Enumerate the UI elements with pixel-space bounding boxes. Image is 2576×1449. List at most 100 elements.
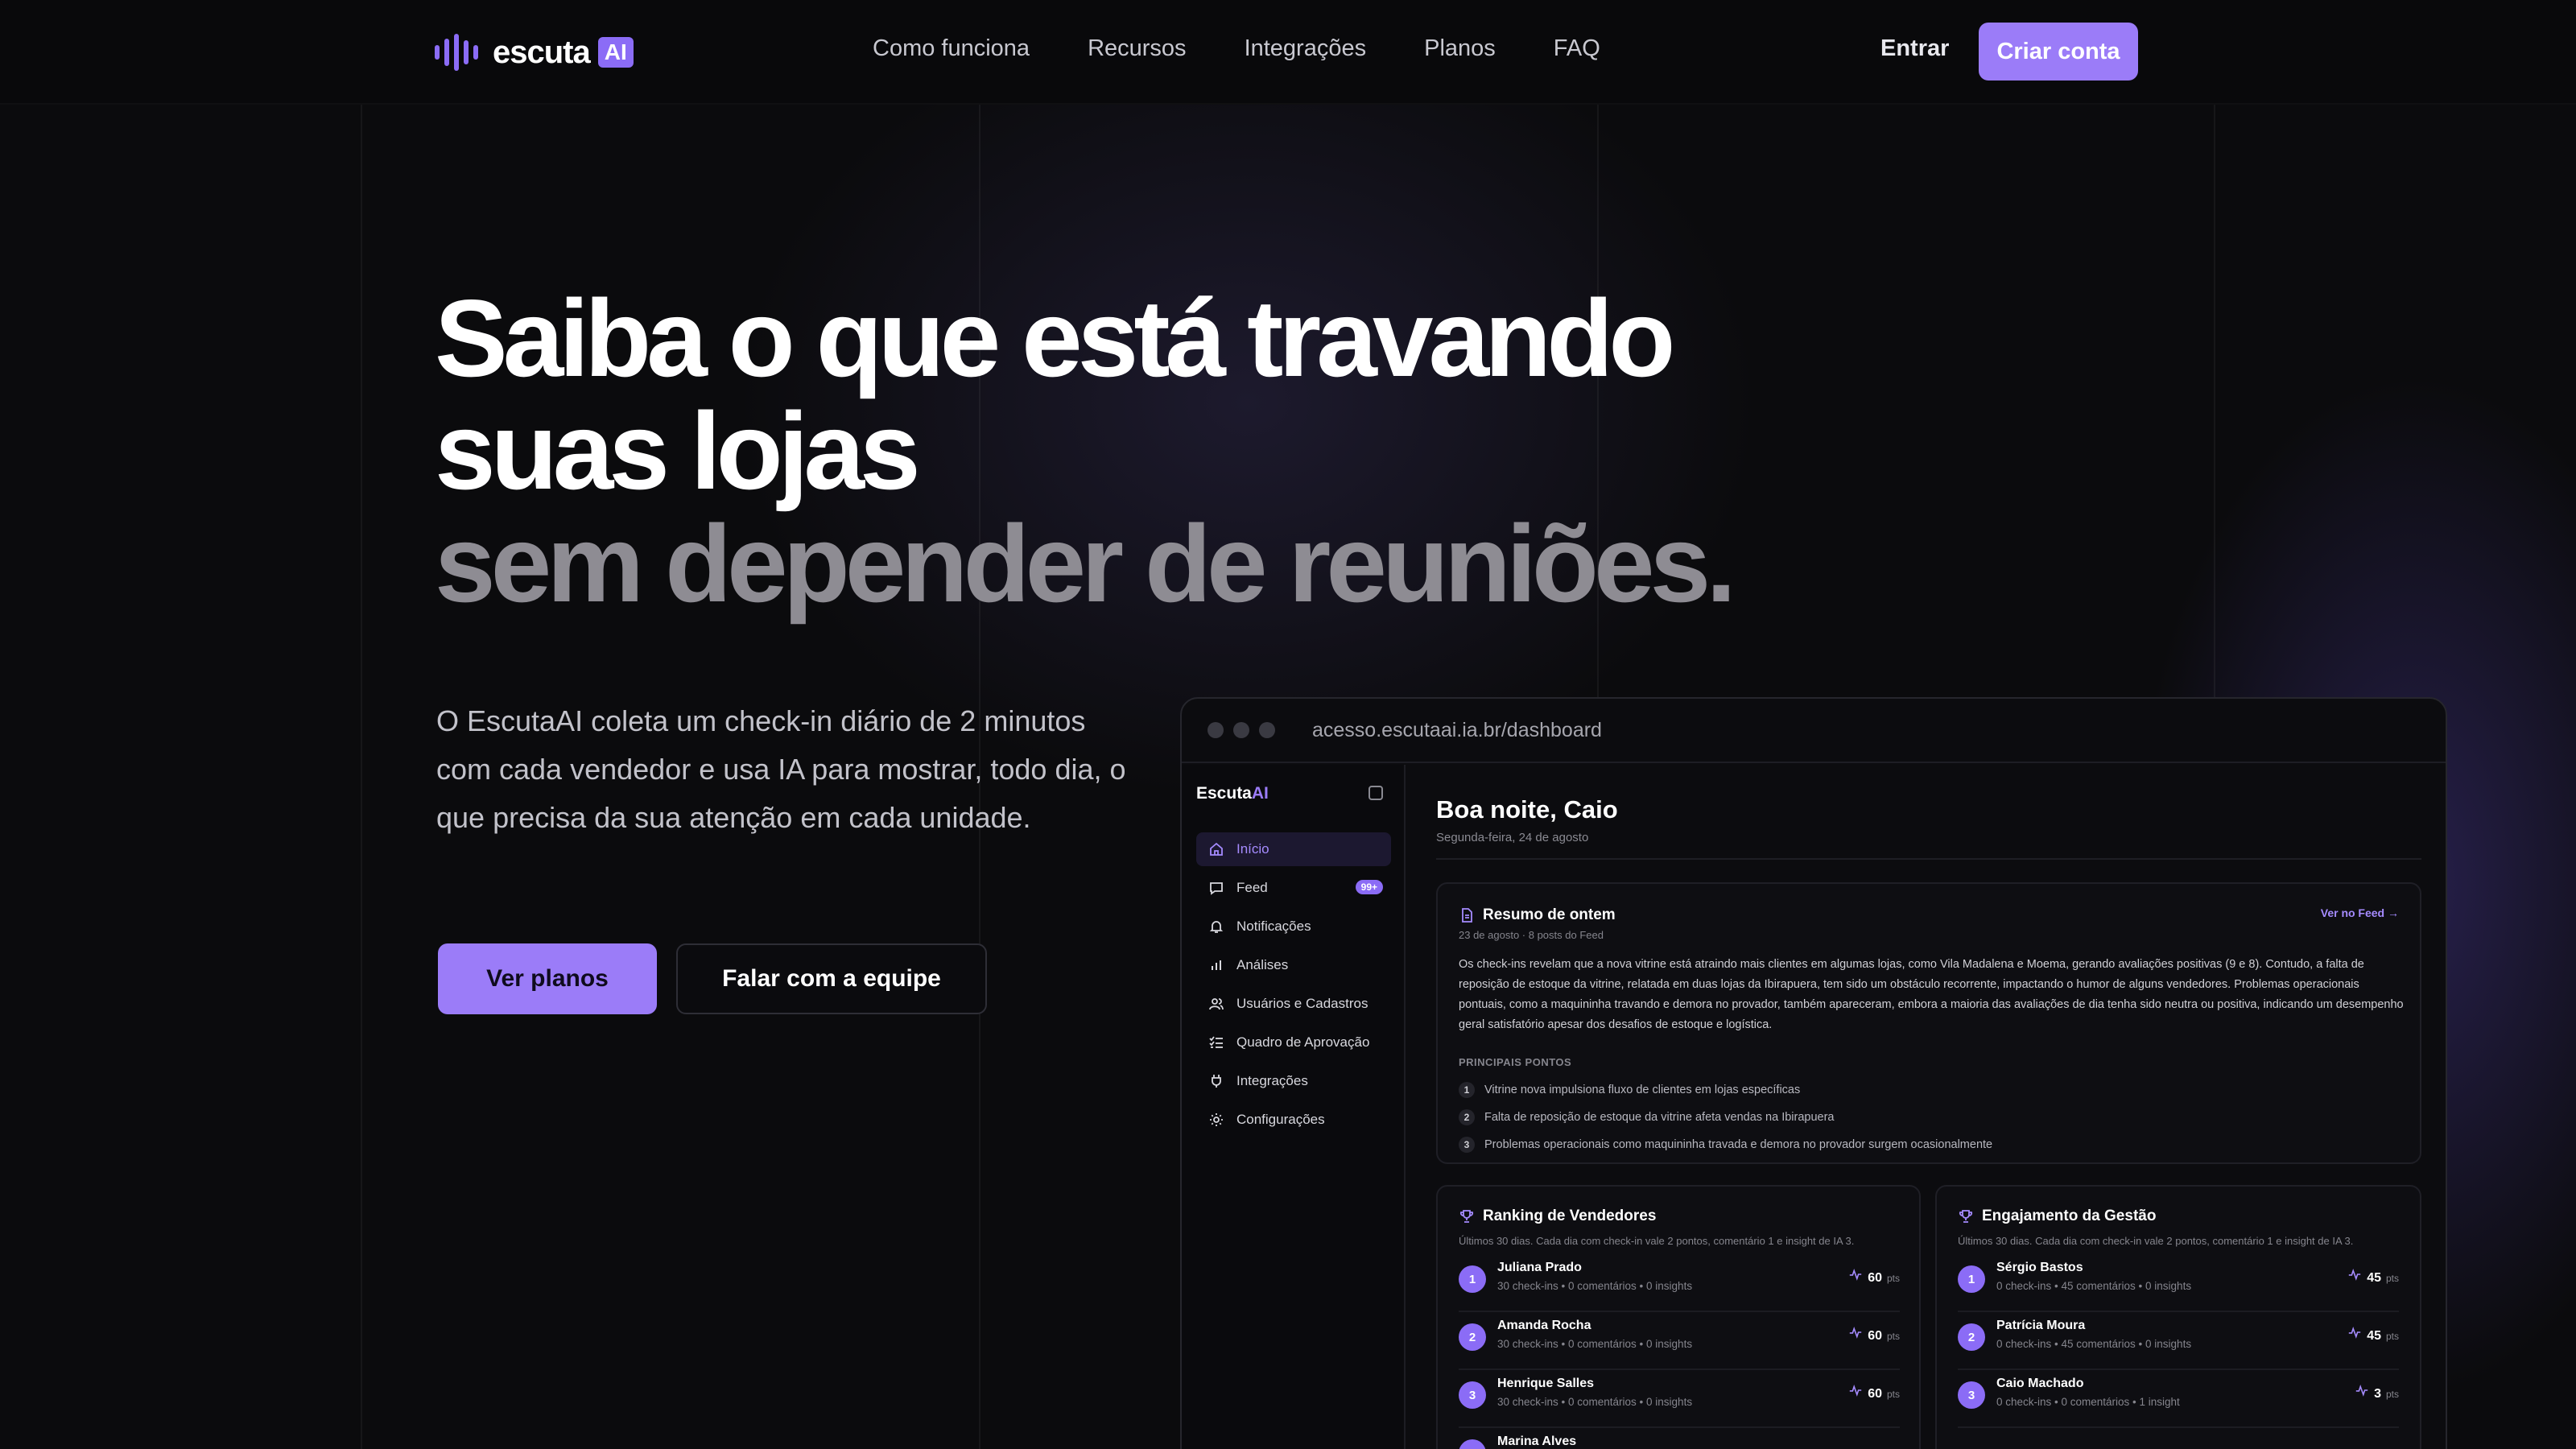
sidebar-item-label: Análises: [1236, 957, 1289, 972]
current-date: Segunda-feira, 24 de agosto: [1436, 831, 1589, 844]
rank-badge: 2: [1958, 1323, 1985, 1351]
headline-line-1: Saiba o que está travando: [435, 277, 1675, 399]
window-dot-icon: [1233, 722, 1249, 738]
activity-summary: 30 check-ins • 0 comentários • 0 insight…: [1497, 1396, 1693, 1408]
nav-link-integracoes[interactable]: Integrações: [1245, 35, 1367, 62]
point-text: Falta de reposição de estoque da vitrine…: [1484, 1111, 1835, 1124]
engagement-title-text: Engajamento da Gestão: [1982, 1208, 2157, 1224]
nav-link-planos[interactable]: Planos: [1424, 35, 1496, 62]
ranking-subtitle: Últimos 30 dias. Cada dia com check-in v…: [1459, 1235, 1855, 1247]
view-in-feed-link[interactable]: Ver no Feed →: [2321, 906, 2399, 919]
sidebar-item-inicio[interactable]: Início: [1196, 832, 1391, 866]
activity-summary: 30 check-ins • 0 comentários • 0 insight…: [1497, 1280, 1693, 1292]
ranking-row: 3 Caio Machado 0 check-ins • 0 comentários…: [1958, 1372, 2399, 1428]
gear-icon: [1208, 1111, 1225, 1129]
point-number: 2: [1459, 1109, 1475, 1125]
sidebar-item-notificacoes[interactable]: Notificações: [1196, 910, 1391, 943]
point-text: Problemas operacionais como maquininha t…: [1484, 1138, 1993, 1151]
sidebar-toggle-icon[interactable]: [1368, 786, 1383, 800]
top-navbar: escuta AI Como funciona Recursos Integra…: [0, 0, 2576, 105]
ranking-row: 1 Juliana Prado 30 check-ins • 0 comentári…: [1459, 1256, 1900, 1312]
points-unit: pts: [2385, 1273, 2399, 1284]
sidebar-item-feed[interactable]: Feed 99+: [1196, 871, 1391, 905]
sidebar-item-label: Integrações: [1236, 1073, 1308, 1088]
rank-badge: 4: [1459, 1439, 1486, 1449]
headline-line-2: suas lojas: [435, 390, 921, 512]
feed-count-badge: 99+: [1355, 880, 1383, 894]
sidebar-item-usuarios[interactable]: Usuários e Cadastros: [1196, 987, 1391, 1021]
sidebar-item-label: Feed: [1236, 880, 1268, 895]
bell-icon: [1208, 918, 1225, 935]
sidebar-item-integracoes[interactable]: Integrações: [1196, 1064, 1391, 1098]
key-point: 1 Vitrine nova impulsiona fluxo de client…: [1459, 1082, 1800, 1098]
key-point: 2 Falta de reposição de estoque da vitrin…: [1459, 1109, 1834, 1125]
summary-title-text: Resumo de ontem: [1483, 906, 1616, 923]
view-plans-button[interactable]: Ver planos: [438, 943, 657, 1014]
summary-title: Resumo de ontem: [1459, 906, 1616, 924]
person-name: Henrique Salles: [1497, 1377, 1595, 1390]
brand-ai: AI: [1251, 784, 1269, 803]
ranking-row: 1 Sérgio Bastos 0 check-ins • 45 comentári…: [1958, 1256, 2399, 1312]
activity-summary: 30 check-ins • 0 comentários • 0 insight…: [1497, 1338, 1693, 1350]
browser-mockup: acesso.escutaai.ia.br/dashboard EscutaAI…: [1180, 697, 2447, 1449]
document-icon: [1462, 908, 1472, 923]
points: 60 pts: [1848, 1325, 1900, 1344]
talk-to-team-button[interactable]: Falar com a equipe: [676, 943, 987, 1014]
rank-badge: 3: [1958, 1381, 1985, 1409]
audio-wave-icon: [435, 34, 478, 71]
rank-badge: 2: [1459, 1323, 1486, 1351]
browser-toolbar: acesso.escutaai.ia.br/dashboard: [1182, 699, 2446, 763]
ranking-title: Ranking de Vendedores: [1459, 1208, 1656, 1225]
points-value: 60: [1868, 1329, 1882, 1343]
nav-link-como-funciona[interactable]: Como funciona: [873, 35, 1030, 62]
brand-main: Escuta: [1196, 784, 1252, 803]
point-text: Vitrine nova impulsiona fluxo de cliente…: [1484, 1084, 1801, 1096]
trophy-icon: [1959, 1210, 1973, 1223]
logo-word: escuta: [493, 34, 591, 70]
points-unit: pts: [2385, 1389, 2399, 1400]
activity-icon: [2347, 1325, 2367, 1344]
activity-icon: [1848, 1267, 1868, 1286]
points: 60 pts: [1848, 1383, 1900, 1402]
person-name: Patrícia Moura: [1996, 1319, 2086, 1332]
logo[interactable]: escuta AI: [435, 32, 634, 72]
activity-summary: 0 check-ins • 45 comentários • 0 insight…: [1996, 1338, 2192, 1350]
points-value: 3: [2374, 1387, 2381, 1401]
sidebar-item-label: Usuários e Cadastros: [1236, 996, 1368, 1011]
summary-subtitle: 23 de agosto · 8 posts do Feed: [1459, 929, 1604, 941]
bar-chart-icon: [1208, 956, 1225, 974]
points-unit: pts: [1886, 1389, 1900, 1400]
points-unit: pts: [1886, 1273, 1900, 1284]
divider: [1436, 858, 2421, 860]
headline-line-3: sem depender de reuniões.: [435, 502, 1736, 625]
sidebar-item-quadro-aprovacao[interactable]: Quadro de Aprovação: [1196, 1026, 1391, 1059]
rank-badge: 1: [1958, 1265, 1985, 1293]
points-unit: pts: [1886, 1331, 1900, 1342]
sidebar-item-label: Notificações: [1236, 919, 1311, 934]
hero-lead: O EscutaAI coleta um check-in diário de …: [436, 704, 1126, 834]
points-value: 45: [2367, 1329, 2381, 1343]
rank-badge: 1: [1459, 1265, 1486, 1293]
points-value: 60: [1868, 1271, 1882, 1285]
ranking-row: 4 Marina Alves: [1459, 1430, 1900, 1449]
person-name: Sérgio Bastos: [1996, 1261, 2083, 1274]
points-value: 60: [1868, 1387, 1882, 1401]
greeting: Boa noite, Caio: [1436, 795, 1618, 824]
window-dot-icon: [1259, 722, 1275, 738]
person-name: Juliana Prado: [1497, 1261, 1582, 1274]
app-brand: EscutaAI: [1196, 784, 1269, 803]
create-account-button[interactable]: Criar conta: [1979, 23, 2138, 80]
address-bar-url: acesso.escutaai.ia.br/dashboard: [1312, 718, 1602, 741]
sidebar-item-configuracoes[interactable]: Configurações: [1196, 1103, 1391, 1137]
points: 60 pts: [1848, 1267, 1900, 1286]
nav-link-faq[interactable]: FAQ: [1554, 35, 1600, 62]
login-link[interactable]: Entrar: [1880, 35, 1949, 62]
nav-link-recursos[interactable]: Recursos: [1088, 35, 1187, 62]
sidebar-item-analises[interactable]: Análises: [1196, 948, 1391, 982]
ranking-row: 2 Amanda Rocha 30 check-ins • 0 comentário…: [1459, 1314, 1900, 1370]
points: 3 pts: [2355, 1383, 2399, 1402]
key-point: 3 Problemas operacionais como maquininha …: [1459, 1137, 1992, 1153]
points-value: 45: [2367, 1271, 2381, 1285]
activity-summary: 0 check-ins • 45 comentários • 0 insight…: [1996, 1280, 2192, 1292]
ranking-title-text: Ranking de Vendedores: [1483, 1208, 1657, 1224]
